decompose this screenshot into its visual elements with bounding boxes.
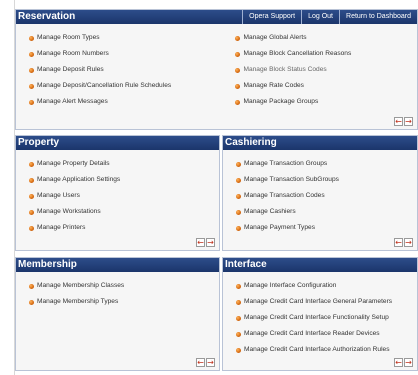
cashiering-header: Cashiering	[223, 136, 417, 150]
bullet-icon	[29, 52, 34, 57]
property-panel: Property Manage Property Details Manage …	[15, 135, 220, 251]
bullet-icon	[236, 226, 241, 231]
admin-page: Reservation Opera Support Log Out Return…	[0, 0, 418, 375]
membership-panel: Membership Manage Membership Classes Man…	[15, 257, 220, 371]
list-item[interactable]: Manage Property Details	[16, 156, 219, 172]
prev-arrow-icon[interactable]: ←	[196, 238, 205, 247]
top-nav: Opera Support Log Out Return to Dashboar…	[242, 10, 417, 24]
list-item[interactable]: Manage Users	[16, 188, 219, 204]
prev-arrow-icon[interactable]: ←	[196, 358, 205, 367]
bullet-icon	[29, 300, 34, 305]
interface-header: Interface	[223, 258, 417, 272]
bullet-icon	[236, 178, 241, 183]
bullet-icon	[235, 100, 241, 105]
reservation-pager: ← →	[394, 117, 413, 126]
bullet-icon	[236, 348, 241, 353]
list-item[interactable]: Manage Payment Types	[223, 220, 417, 236]
list-item[interactable]: Manage Membership Classes	[16, 278, 219, 294]
opera-support-link[interactable]: Opera Support	[242, 10, 301, 24]
list-item[interactable]: Manage Room Numbers	[16, 46, 222, 62]
list-item[interactable]: Manage Membership Types	[16, 294, 219, 310]
list-item[interactable]: Manage Package Groups	[222, 94, 417, 110]
reservation-panel: Reservation Opera Support Log Out Return…	[15, 9, 418, 130]
bullet-icon	[29, 68, 34, 73]
property-title: Property	[18, 137, 60, 148]
reservation-title: Reservation	[18, 11, 76, 22]
list-item[interactable]: Manage Transaction SubGroups	[223, 172, 417, 188]
membership-pager: ← →	[196, 358, 215, 367]
reservation-list-right: Manage Global Alerts Manage Block Cancel…	[222, 24, 417, 110]
list-item[interactable]: Manage Deposit/Cancellation Rule Schedul…	[16, 78, 222, 94]
bullet-icon	[29, 194, 34, 199]
bullet-icon	[236, 284, 241, 289]
list-item[interactable]: Manage Transaction Codes	[223, 188, 417, 204]
next-arrow-icon[interactable]: →	[404, 238, 413, 247]
interface-panel: Interface Manage Interface Configuration…	[222, 257, 418, 371]
list-item[interactable]: Manage Credit Card Interface General Par…	[223, 294, 417, 310]
bullet-icon	[29, 36, 34, 41]
bullet-icon	[29, 210, 34, 215]
return-to-dashboard-link[interactable]: Return to Dashboard	[339, 10, 417, 24]
next-arrow-icon[interactable]: →	[206, 238, 215, 247]
bullet-icon	[236, 332, 241, 337]
bullet-icon	[236, 300, 241, 305]
list-item[interactable]: Manage Alert Messages	[16, 94, 222, 110]
bullet-icon	[235, 68, 241, 73]
membership-header: Membership	[16, 258, 219, 272]
bullet-icon	[235, 84, 241, 89]
list-item[interactable]: Manage Transaction Groups	[223, 156, 417, 172]
list-item[interactable]: Manage Printers	[16, 220, 219, 236]
list-item[interactable]: Manage Block Cancellation Reasons	[222, 46, 417, 62]
cashiering-pager: ← →	[394, 238, 413, 247]
list-item[interactable]: Manage Block Status Codes	[222, 62, 417, 78]
bullet-icon	[29, 284, 34, 289]
left-margin	[0, 0, 15, 375]
list-item[interactable]: Manage Rate Codes	[222, 78, 417, 94]
bullet-icon	[235, 36, 241, 41]
bullet-icon	[235, 52, 241, 57]
interface-list: Manage Interface Configuration Manage Cr…	[223, 272, 417, 358]
bullet-icon	[236, 162, 241, 167]
property-list: Manage Property Details Manage Applicati…	[16, 150, 219, 236]
interface-pager: ← →	[394, 358, 413, 367]
bullet-icon	[29, 162, 34, 167]
list-item[interactable]: Manage Room Types	[16, 30, 222, 46]
prev-arrow-icon[interactable]: ←	[394, 117, 403, 126]
prev-arrow-icon[interactable]: ←	[394, 238, 403, 247]
property-pager: ← →	[196, 238, 215, 247]
bullet-icon	[236, 316, 241, 321]
membership-list: Manage Membership Classes Manage Members…	[16, 272, 219, 310]
next-arrow-icon[interactable]: →	[206, 358, 215, 367]
list-item[interactable]: Manage Credit Card Interface Functionali…	[223, 310, 417, 326]
next-arrow-icon[interactable]: →	[404, 358, 413, 367]
cashiering-list: Manage Transaction Groups Manage Transac…	[223, 150, 417, 236]
list-item[interactable]: Manage Application Settings	[16, 172, 219, 188]
interface-title: Interface	[225, 259, 267, 270]
list-item[interactable]: Manage Interface Configuration	[223, 278, 417, 294]
reservation-list-left: Manage Room Types Manage Room Numbers Ma…	[16, 24, 222, 110]
list-item[interactable]: Manage Credit Card Interface Authorizati…	[223, 342, 417, 358]
bullet-icon	[236, 194, 241, 199]
prev-arrow-icon[interactable]: ←	[394, 358, 403, 367]
bullet-icon	[29, 84, 34, 89]
cashiering-panel: Cashiering Manage Transaction Groups Man…	[222, 135, 418, 251]
membership-title: Membership	[18, 259, 77, 270]
list-item[interactable]: Manage Workstations	[16, 204, 219, 220]
log-out-link[interactable]: Log Out	[301, 10, 339, 24]
bullet-icon	[29, 226, 34, 231]
list-item[interactable]: Manage Credit Card Interface Reader Devi…	[223, 326, 417, 342]
next-arrow-icon[interactable]: →	[404, 117, 413, 126]
list-item[interactable]: Manage Cashiers	[223, 204, 417, 220]
list-item[interactable]: Manage Global Alerts	[222, 30, 417, 46]
cashiering-title: Cashiering	[225, 137, 277, 148]
bullet-icon	[236, 210, 241, 215]
bullet-icon	[29, 100, 34, 105]
bullet-icon	[29, 178, 34, 183]
list-item[interactable]: Manage Deposit Rules	[16, 62, 222, 78]
reservation-header: Reservation Opera Support Log Out Return…	[16, 10, 417, 24]
property-header: Property	[16, 136, 219, 150]
